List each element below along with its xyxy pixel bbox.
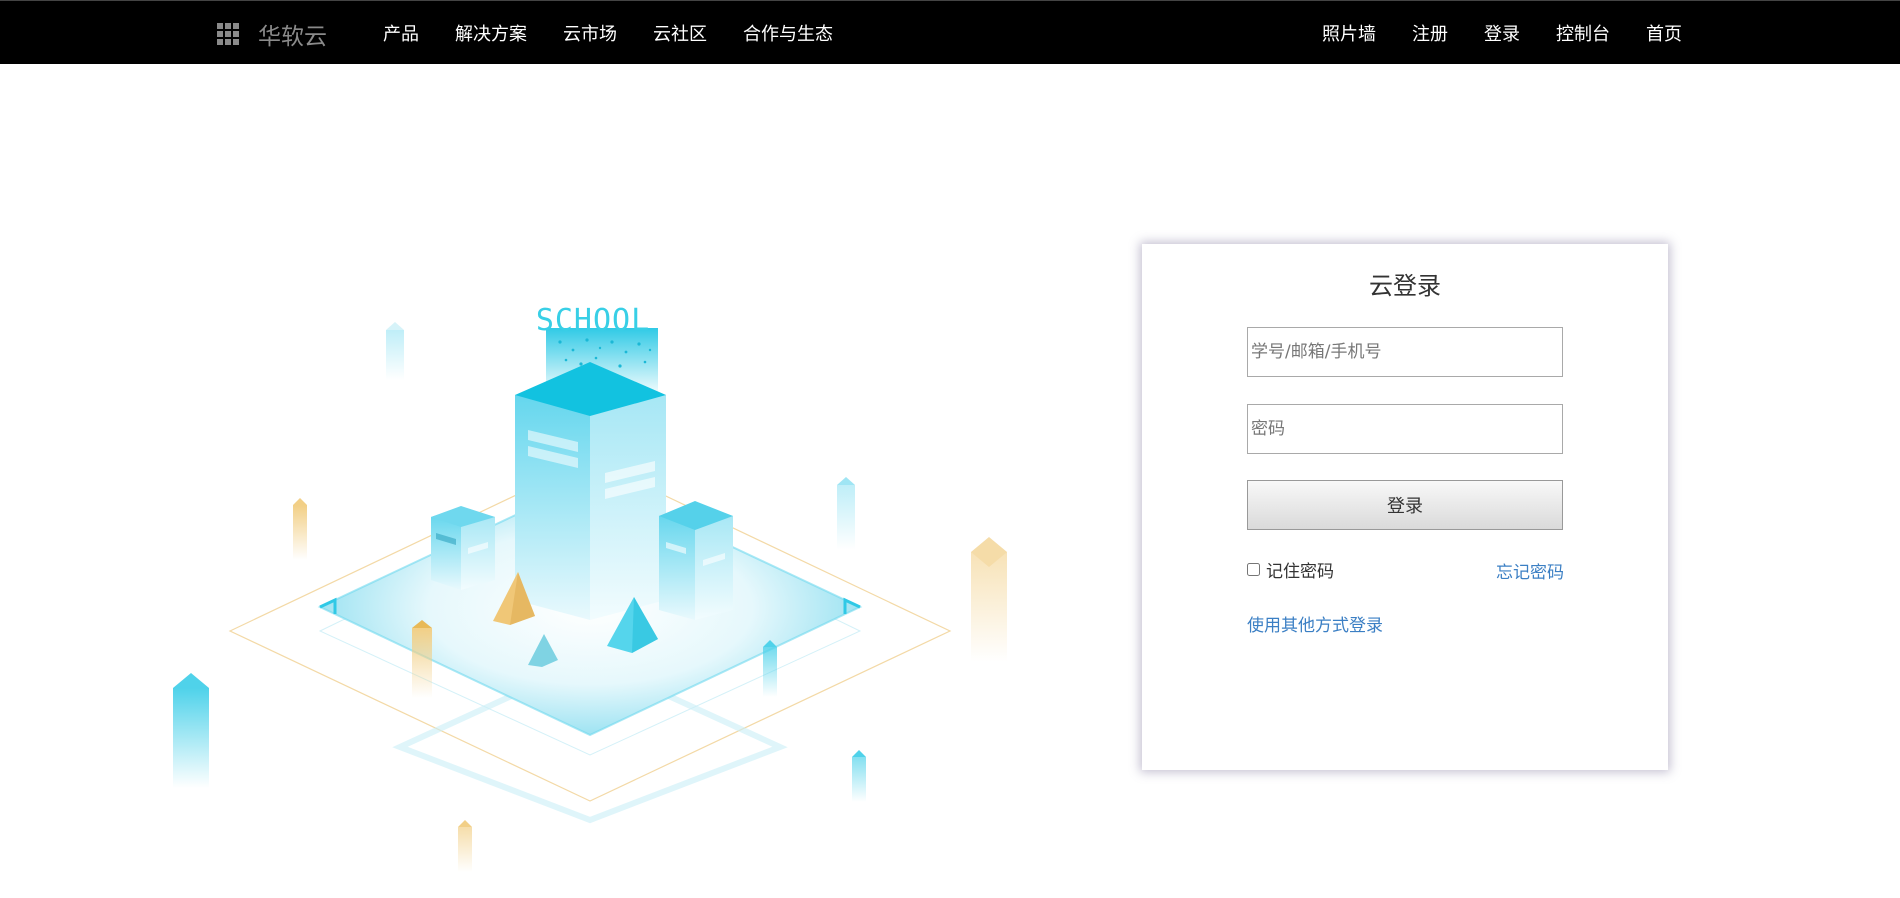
nav-item-register[interactable]: 注册 <box>1412 20 1448 46</box>
remember-password[interactable]: 记住密码 <box>1247 557 1334 582</box>
top-navbar: 华软云 产品 解决方案 云市场 云社区 合作与生态 照片墙 注册 登录 控制台 … <box>0 0 1900 64</box>
main-nav: 产品 解决方案 云市场 云社区 合作与生态 <box>383 20 833 46</box>
forgot-password-link[interactable]: 忘记密码 <box>1496 558 1564 583</box>
username-input[interactable] <box>1247 327 1563 377</box>
nav-item-home[interactable]: 首页 <box>1646 20 1682 46</box>
nav-item-community[interactable]: 云社区 <box>653 20 707 46</box>
password-input[interactable] <box>1247 404 1563 454</box>
login-title: 云登录 <box>1369 272 1441 300</box>
other-login-link[interactable]: 使用其他方式登录 <box>1247 611 1383 636</box>
login-panel: 云登录 登录 记住密码 忘记密码 使用其他方式登录 <box>1142 244 1668 770</box>
remember-password-label: 记住密码 <box>1266 562 1334 582</box>
user-nav: 照片墙 注册 登录 控制台 首页 <box>1322 20 1682 46</box>
apps-grid-icon[interactable] <box>217 23 239 45</box>
remember-password-checkbox[interactable] <box>1247 563 1260 576</box>
brand-logo[interactable]: 华软云 <box>258 17 327 51</box>
campus-illustration: SCHOOL <box>173 303 1007 872</box>
nav-item-console[interactable]: 控制台 <box>1556 20 1610 46</box>
school-sign: SCHOOL <box>536 303 650 338</box>
nav-item-login[interactable]: 登录 <box>1484 20 1520 46</box>
nav-item-partners[interactable]: 合作与生态 <box>743 20 833 46</box>
login-button[interactable]: 登录 <box>1247 480 1563 530</box>
nav-item-marketplace[interactable]: 云市场 <box>563 20 617 46</box>
nav-item-products[interactable]: 产品 <box>383 20 419 46</box>
nav-item-solutions[interactable]: 解决方案 <box>455 20 527 46</box>
nav-item-photo-wall[interactable]: 照片墙 <box>1322 20 1376 46</box>
